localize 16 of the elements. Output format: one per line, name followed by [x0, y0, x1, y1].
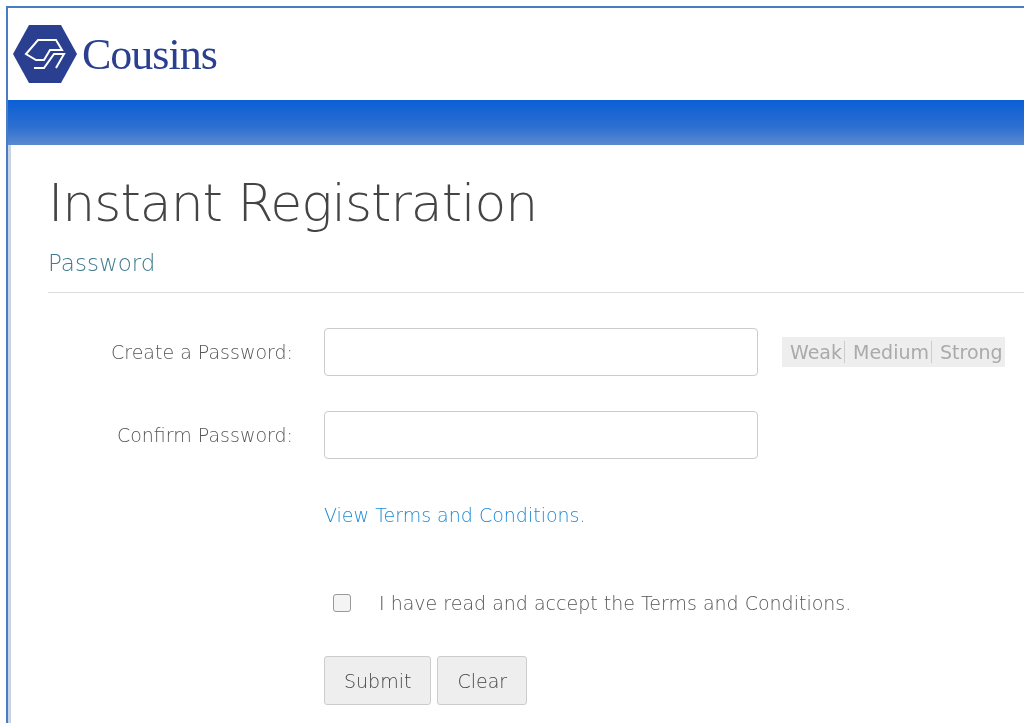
logo-text: Cousins — [82, 28, 217, 80]
clear-button[interactable]: Clear — [437, 656, 528, 706]
strength-label: Strong — [931, 341, 1005, 364]
logo-icon — [12, 23, 78, 85]
terms-link[interactable]: View Terms and Conditions. — [324, 504, 586, 527]
submit-button[interactable]: Submit — [324, 656, 432, 706]
strength-label: Weak — [789, 341, 843, 364]
field-label: Confirm Password: — [115, 424, 294, 447]
checkbox[interactable] — [333, 594, 351, 613]
password-field[interactable] — [324, 328, 758, 377]
checkbox-label: I have read and accept the Terms and Conditions. — [379, 592, 852, 615]
strength-label: Medium — [844, 341, 931, 364]
section-heading: Password — [48, 250, 157, 277]
page-title: Instant Registration — [48, 175, 539, 233]
password-field[interactable] — [324, 411, 758, 460]
field-label: Create a Password: — [110, 341, 294, 364]
